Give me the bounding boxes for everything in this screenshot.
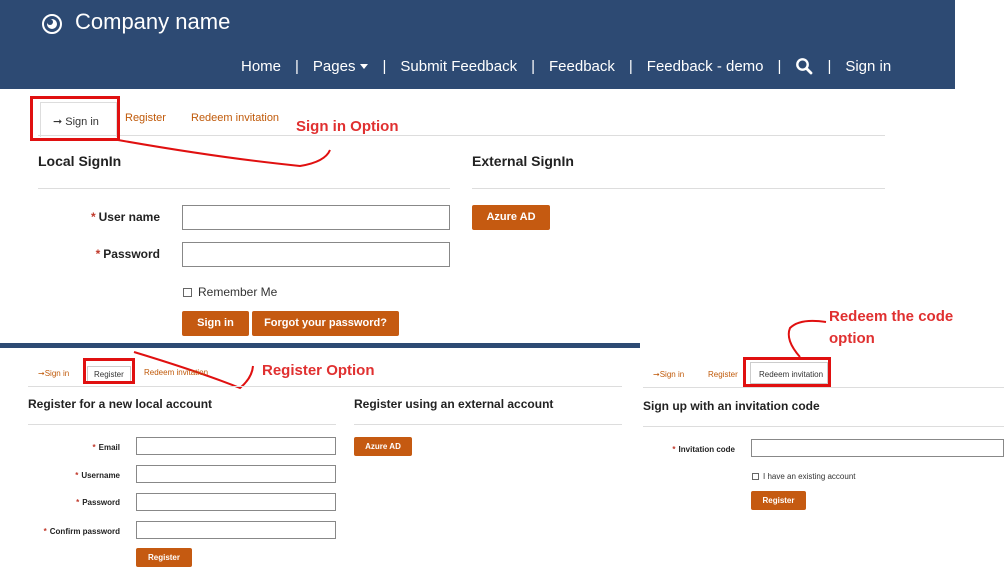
register-button[interactable]: Register xyxy=(751,491,806,510)
username-input[interactable] xyxy=(136,465,336,483)
invitation-code-label-text: Invitation code xyxy=(678,445,735,454)
tab-redeem-invitation[interactable]: Redeem invitation xyxy=(191,112,279,124)
existing-account-checkbox[interactable] xyxy=(752,473,759,480)
tab-register[interactable]: Register xyxy=(708,370,738,379)
forgot-password-button[interactable]: Forgot your password? xyxy=(252,311,399,336)
local-signin-heading: Local SignIn xyxy=(38,153,122,169)
highlight-box-register xyxy=(83,358,135,384)
required-mark: * xyxy=(76,498,80,507)
tab-divider xyxy=(643,387,1004,388)
nav-home[interactable]: Home xyxy=(241,58,281,75)
nav-submit-feedback[interactable]: Submit Feedback xyxy=(400,58,517,75)
register-local-heading: Register for a new local account xyxy=(28,397,213,411)
password-label: * Password xyxy=(60,247,160,261)
section-divider xyxy=(0,343,640,348)
username-label: * User name xyxy=(60,210,160,224)
invitation-code-label: * Invitation code xyxy=(643,445,735,454)
logo-icon xyxy=(42,14,62,34)
callout-register-option: Register Option xyxy=(262,362,375,379)
divider xyxy=(38,188,450,189)
username-label-text: Username xyxy=(81,471,120,480)
nav-separator: | xyxy=(295,57,299,75)
tab-register[interactable]: Register xyxy=(125,112,166,124)
nav-separator: | xyxy=(628,57,633,75)
search-icon[interactable] xyxy=(795,57,813,75)
username-label-text: User name xyxy=(98,210,160,224)
nav-separator: | xyxy=(382,57,387,75)
nav-pages[interactable]: Pages xyxy=(313,58,369,75)
invitation-code-input[interactable] xyxy=(751,439,1004,457)
required-mark: * xyxy=(43,527,47,536)
tab-divider xyxy=(38,135,885,136)
highlight-box-redeem xyxy=(743,357,831,387)
nav-separator: | xyxy=(777,57,782,75)
email-label-text: Email xyxy=(98,443,120,452)
sign-in-icon: ➞ xyxy=(653,370,660,379)
divider xyxy=(643,426,1004,427)
username-label: * Username xyxy=(28,471,120,480)
username-input[interactable] xyxy=(182,205,450,230)
tab-sign-in-label: Sign in xyxy=(44,369,70,378)
confirm-password-label: * Confirm password xyxy=(28,527,120,536)
highlight-box-sign-in xyxy=(30,96,120,141)
password-input[interactable] xyxy=(136,493,336,511)
confirm-password-input[interactable] xyxy=(136,521,336,539)
remember-me-checkbox[interactable] xyxy=(183,288,192,297)
brand-name[interactable]: Company name xyxy=(75,9,230,35)
tab-sign-in[interactable]: ➞Sign in xyxy=(38,369,69,378)
nav-separator: | xyxy=(531,57,536,75)
main-nav: Home | Pages | Submit Feedback | Feedbac… xyxy=(241,57,891,75)
sign-in-button[interactable]: Sign in xyxy=(182,311,249,336)
callout-redeem-line1: Redeem the code xyxy=(829,308,954,325)
tab-sign-in[interactable]: ➞Sign in xyxy=(653,370,684,379)
nav-separator: | xyxy=(827,57,832,75)
password-input[interactable] xyxy=(182,242,450,267)
azure-ad-button[interactable]: Azure AD xyxy=(472,205,550,230)
divider xyxy=(472,188,885,189)
connector-sign-in xyxy=(117,139,331,168)
nav-sign-in[interactable]: Sign in xyxy=(845,58,891,75)
password-label-text: Password xyxy=(82,498,120,507)
callout-sign-in-option: Sign in Option xyxy=(296,118,399,135)
confirm-password-label-text: Confirm password xyxy=(49,527,120,536)
tab-sign-in-label: Sign in xyxy=(659,370,685,379)
connector-redeem xyxy=(787,319,827,358)
invitation-heading: Sign up with an invitation code xyxy=(643,399,820,413)
password-label: * Password xyxy=(28,498,120,507)
callout-redeem-line2: option xyxy=(829,330,875,347)
register-button[interactable]: Register xyxy=(136,548,192,567)
email-label: * Email xyxy=(28,443,120,452)
password-label-text: Password xyxy=(103,247,160,261)
nav-feedback-demo[interactable]: Feedback - demo xyxy=(647,58,764,75)
register-external-heading: Register using an external account xyxy=(354,397,554,411)
azure-ad-button[interactable]: Azure AD xyxy=(354,437,412,456)
divider xyxy=(354,424,622,425)
callout-redeem-option: Redeem the code option xyxy=(829,306,953,350)
required-mark: * xyxy=(95,247,101,261)
sign-in-icon: ➞ xyxy=(38,369,45,378)
external-signin-heading: External SignIn xyxy=(472,153,574,169)
tab-redeem-invitation[interactable]: Redeem invitation xyxy=(144,368,208,377)
required-mark: * xyxy=(92,443,96,452)
existing-account-label: I have an existing account xyxy=(763,472,856,481)
chevron-down-icon xyxy=(360,64,369,70)
required-mark: * xyxy=(75,471,79,480)
remember-me-label: Remember Me xyxy=(198,285,278,299)
required-mark: * xyxy=(90,210,96,224)
required-mark: * xyxy=(672,445,676,454)
top-banner: Company name Home | Pages | Submit Feedb… xyxy=(0,0,955,89)
nav-pages-label: Pages xyxy=(312,57,356,75)
tab-divider xyxy=(28,386,622,387)
divider xyxy=(28,424,336,425)
email-input[interactable] xyxy=(136,437,336,455)
nav-feedback[interactable]: Feedback xyxy=(549,58,615,75)
